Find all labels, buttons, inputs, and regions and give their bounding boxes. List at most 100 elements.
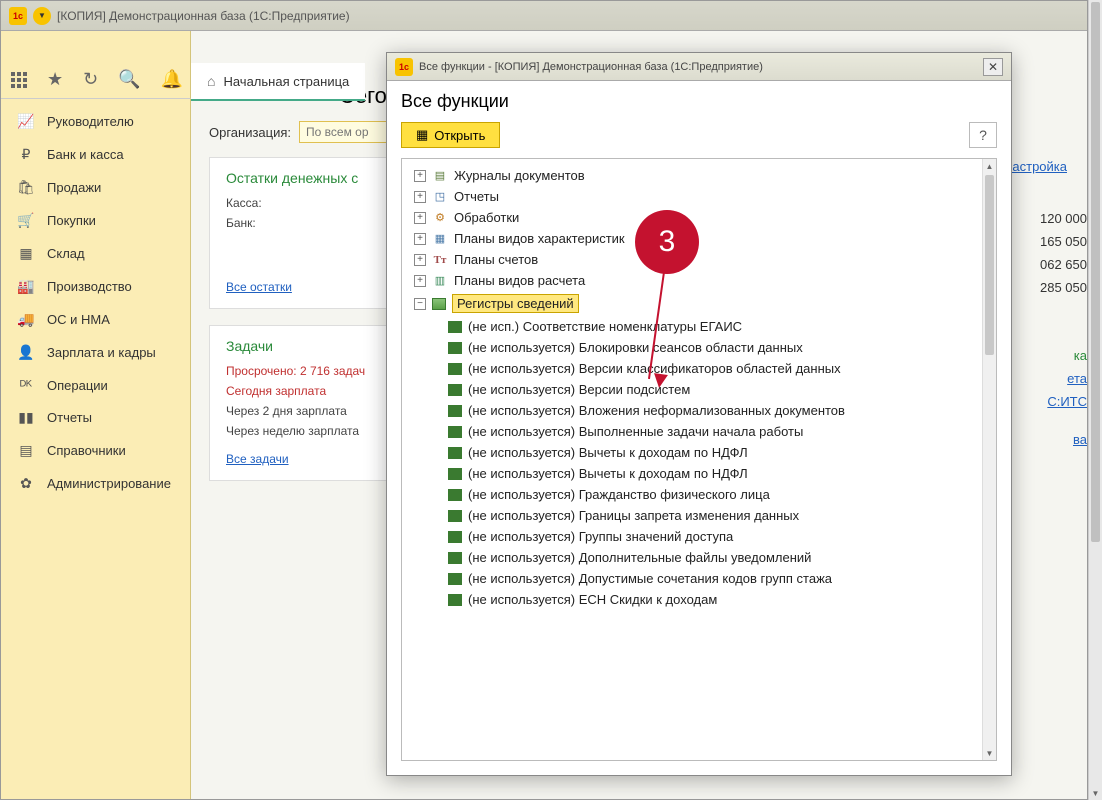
expand-icon[interactable] — [414, 191, 426, 203]
help-button[interactable]: ? — [969, 122, 997, 148]
node-icon: ◳ — [432, 190, 448, 204]
configure-link[interactable]: Настройка — [1003, 159, 1067, 174]
register-item-icon — [448, 384, 462, 396]
scroll-thumb[interactable] — [985, 175, 994, 355]
node-label: (не используется) Допустимые сочетания к… — [468, 571, 832, 586]
node-label: Обработки — [454, 210, 519, 225]
search-icon[interactable]: 🔍 — [118, 69, 140, 90]
tree-child[interactable]: (не используется) ЕСН Скидки к доходам — [402, 589, 982, 610]
card-tasks: Задачи Просрочено: 2 716 задач Сегодня з… — [209, 325, 399, 481]
tab-home[interactable]: ⌂ Начальная страница — [191, 63, 365, 101]
sidebar-icon: 🏭 — [17, 278, 35, 295]
tree-child[interactable]: (не используется) Версии классификаторов… — [402, 358, 982, 379]
sidebar-icon: 📈 — [17, 113, 35, 130]
open-button[interactable]: ▦ Открыть — [401, 122, 500, 148]
tree-node[interactable]: ▤Журналы документов — [402, 165, 982, 186]
sidebar-icon: ▦ — [17, 245, 35, 262]
expand-icon[interactable] — [414, 233, 426, 245]
register-item-icon — [448, 321, 462, 333]
home-icon: ⌂ — [207, 73, 215, 89]
node-label: (не используется) Версии классификаторов… — [468, 361, 841, 376]
register-item-icon — [448, 531, 462, 543]
sidebar-item[interactable]: 👤Зарплата и кадры — [1, 336, 190, 369]
register-icon — [432, 298, 446, 310]
tree-child[interactable]: (не используется) Выполненные задачи нач… — [402, 421, 982, 442]
register-item-icon — [448, 426, 462, 438]
node-label: (не используется) ЕСН Скидки к доходам — [468, 592, 717, 607]
tree-node[interactable]: TᴛПланы счетов — [402, 249, 982, 270]
node-label: (не используется) Выполненные задачи нач… — [468, 424, 803, 439]
expand-icon[interactable] — [414, 275, 426, 287]
tab-label: Начальная страница — [223, 74, 349, 89]
all-balances-link[interactable]: Все остатки — [226, 280, 292, 294]
node-label: (не используется) Вычеты к доходам по НД… — [468, 445, 748, 460]
expand-icon[interactable] — [414, 254, 426, 266]
close-button[interactable]: ✕ — [983, 58, 1003, 76]
tree-node[interactable]: ⚙ Обработки — [402, 207, 982, 228]
tree-node[interactable]: ▥Планы видов расчета — [402, 270, 982, 291]
sidebar-item[interactable]: ✿Администрирование — [1, 467, 190, 500]
node-label: Журналы документов — [454, 168, 585, 183]
outer-scrollbar[interactable]: ▲ ▼ — [1088, 0, 1102, 800]
tree-node-active[interactable]: Регистры сведений — [402, 291, 982, 316]
sidebar-item[interactable]: ▤Справочники — [1, 434, 190, 467]
node-label: (не используется) Группы значений доступ… — [468, 529, 733, 544]
node-icon: ▦ — [432, 232, 448, 246]
sidebar-item[interactable]: ▦Склад — [1, 237, 190, 270]
all-functions-dialog: 1c Все функции - [КОПИЯ] Демонстрационна… — [386, 52, 1012, 776]
sidebar-item-label: Операции — [47, 378, 108, 393]
scroll-down-icon[interactable]: ▼ — [983, 746, 996, 760]
register-item-icon — [448, 342, 462, 354]
tree-node[interactable]: ◳Отчеты — [402, 186, 982, 207]
history-icon[interactable]: ↻ — [83, 69, 98, 90]
all-tasks-link[interactable]: Все задачи — [226, 452, 289, 466]
sidebar-item[interactable]: 🚚ОС и НМА — [1, 303, 190, 336]
expand-icon[interactable] — [414, 170, 426, 182]
scroll-thumb[interactable] — [1091, 2, 1100, 542]
logo-1c-icon: 1c — [9, 7, 27, 25]
tree-node[interactable]: ▦Планы видов характеристик — [402, 228, 982, 249]
sidebar-item[interactable]: ₽Банк и касса — [1, 138, 190, 171]
tasks-overdue: Просрочено: 2 716 задач — [226, 364, 382, 378]
sidebar-item[interactable]: 🛍Продажи — [1, 171, 190, 204]
tree-child[interactable]: (не используется) Группы значений доступ… — [402, 526, 982, 547]
register-item-icon — [448, 405, 462, 417]
sidebar-item[interactable]: ᴰᴷОперации — [1, 369, 190, 401]
node-label: Планы видов расчета — [454, 273, 585, 288]
window-titlebar: 1c ▼ [КОПИЯ] Демонстрационная база (1С:П… — [1, 1, 1087, 31]
node-icon: ⚙ — [432, 211, 448, 225]
tree-child[interactable]: (не используется) Границы запрета измене… — [402, 505, 982, 526]
node-label: (не используется) Версии подсистем — [468, 382, 690, 397]
sidebar-item[interactable]: ▮▮Отчеты — [1, 401, 190, 434]
sidebar-icon: 🛒 — [17, 212, 35, 229]
node-label: (не исп.) Соответствие номенклатуры ЕГАИ… — [468, 319, 742, 334]
register-item-icon — [448, 510, 462, 522]
expand-icon[interactable] — [414, 212, 426, 224]
tree-child[interactable]: (не используется) Дополнительные файлы у… — [402, 547, 982, 568]
apps-icon[interactable] — [11, 72, 27, 88]
scroll-up-icon[interactable]: ▲ — [983, 159, 996, 173]
tree-child[interactable]: (не исп.) Соответствие номенклатуры ЕГАИ… — [402, 316, 982, 337]
sidebar-item[interactable]: 🛒Покупки — [1, 204, 190, 237]
sidebar-item[interactable]: 📈Руководителю — [1, 105, 190, 138]
bell-icon[interactable]: 🔔 — [161, 69, 183, 90]
dropdown-icon[interactable]: ▼ — [33, 7, 51, 25]
star-icon[interactable]: ★ — [47, 69, 63, 90]
card-balances: Остатки денежных с Касса: Банк: Все оста… — [209, 157, 399, 309]
collapse-icon[interactable] — [414, 298, 426, 310]
sidebar-icon: ▮▮ — [17, 409, 35, 426]
tree-child[interactable]: (не используется) Блокировки сеансов обл… — [402, 337, 982, 358]
sidebar-item[interactable]: 🏭Производство — [1, 270, 190, 303]
tree-child[interactable]: (не используется) Допустимые сочетания к… — [402, 568, 982, 589]
tree-child[interactable]: (не используется) Вычеты к доходам по НД… — [402, 463, 982, 484]
tree-scrollbar[interactable]: ▲ ▼ — [982, 159, 996, 760]
scroll-down-icon[interactable]: ▼ — [1089, 786, 1102, 800]
tree-child[interactable]: (не используется) Версии подсистем — [402, 379, 982, 400]
register-item-icon — [448, 468, 462, 480]
sidebar-icon: ▤ — [17, 442, 35, 459]
function-tree[interactable]: ▤Журналы документов◳Отчеты⚙Обработки▦Пла… — [402, 159, 982, 760]
tree-child[interactable]: (не используется) Вычеты к доходам по НД… — [402, 442, 982, 463]
tree-child[interactable]: (не используется) Гражданство физическог… — [402, 484, 982, 505]
tree-child[interactable]: (не используется) Вложения неформализова… — [402, 400, 982, 421]
window-title: [КОПИЯ] Демонстрационная база (1С:Предпр… — [57, 9, 350, 23]
